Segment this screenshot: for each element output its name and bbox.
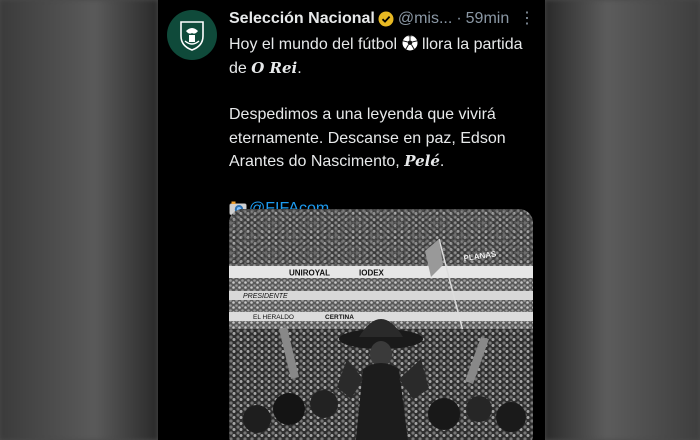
- blurred-background-left: [0, 0, 158, 440]
- stadium-photo: UNIROYAL IODEX PLANAS PRESIDENTE EL HERA…: [229, 209, 533, 440]
- svg-text:EL HERALDO: EL HERALDO: [253, 314, 294, 321]
- user-handle[interactable]: @mis...: [398, 10, 452, 28]
- o-rei-text: O Rei: [251, 58, 298, 77]
- svg-text:CERTINA: CERTINA: [325, 314, 354, 321]
- pele-text: Pelé: [404, 152, 440, 170]
- blurred-background-right: [545, 0, 700, 440]
- tweet-photo[interactable]: UNIROYAL IODEX PLANAS PRESIDENTE EL HERA…: [229, 209, 533, 440]
- tweet-text: Hoy el mundo del fútbol llora la partida…: [229, 33, 534, 220]
- svg-text:IODEX: IODEX: [359, 269, 385, 278]
- mexico-crest-icon: [180, 21, 204, 51]
- tweet-paragraph-2: Despedimos a una leyenda que vivirá eter…: [229, 106, 506, 170]
- soccer-ball-icon: [402, 35, 418, 51]
- tweet-card: Selección Nacional @mis... · 59min ⋮ Hoy…: [158, 0, 545, 440]
- display-name[interactable]: Selección Nacional: [229, 10, 375, 28]
- avatar[interactable]: [167, 10, 217, 60]
- timestamp[interactable]: 59min: [466, 10, 510, 28]
- svg-text:UNIROYAL: UNIROYAL: [289, 269, 330, 278]
- svg-text:PRESIDENTE: PRESIDENTE: [243, 293, 288, 300]
- separator-dot: ·: [456, 10, 462, 27]
- tweet-header: Selección Nacional @mis... · 59min ⋮: [229, 8, 535, 30]
- verified-badge-icon: [378, 11, 394, 27]
- tweet-paragraph-1: Hoy el mundo del fútbol llora la partida…: [229, 35, 523, 77]
- more-options-icon[interactable]: ⋮: [519, 8, 535, 28]
